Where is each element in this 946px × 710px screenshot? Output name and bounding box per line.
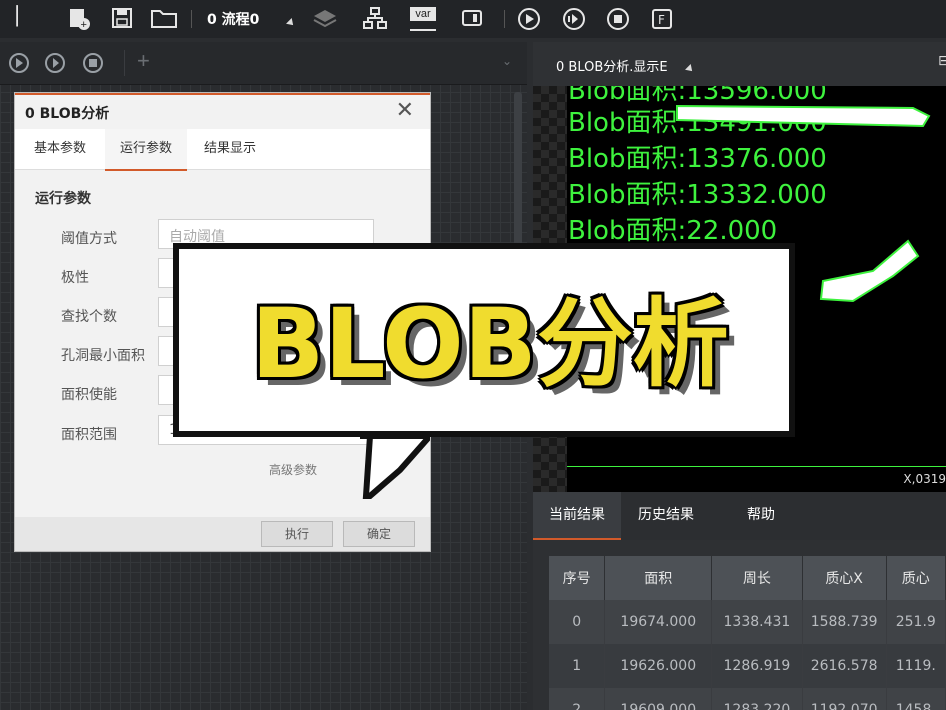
close-icon[interactable]: ✕ xyxy=(396,97,414,123)
add-tab-icon[interactable]: + xyxy=(137,48,150,74)
table-cell: 1283.220 xyxy=(711,688,803,710)
tab-basic-params[interactable]: 基本参数 xyxy=(15,129,105,169)
results-table: 序号 面积 周长 质心X 质心 0 19674.000 1338.431 158… xyxy=(549,556,946,710)
tab-result-display[interactable]: 结果显示 xyxy=(187,129,273,169)
run-loop-icon[interactable] xyxy=(562,7,586,31)
column-header[interactable]: 序号 xyxy=(549,556,606,600)
toolbar-separator xyxy=(191,10,192,28)
open-folder-icon[interactable] xyxy=(150,7,178,29)
variable-icon[interactable]: var xyxy=(410,7,436,31)
flow-selector[interactable]: 0 流程0 xyxy=(207,9,259,29)
table-row[interactable]: 1 19626.000 1286.919 2616.578 1119. xyxy=(549,644,946,688)
column-header[interactable]: 周长 xyxy=(711,556,803,600)
top-toolbar: ▕ + 0 流程0 var F xyxy=(0,0,946,38)
section-title: 运行参数 xyxy=(35,191,91,207)
new-flow-icon[interactable]: + xyxy=(66,6,92,32)
area-range-label: 面积范围 xyxy=(61,427,117,443)
title-bubble: BLOB分析 xyxy=(173,243,795,437)
polarity-label: 极性 xyxy=(61,270,89,286)
tab-help[interactable]: 帮助 xyxy=(711,492,811,538)
table-cell: 19674.000 xyxy=(604,600,713,644)
table-cell: 1119. xyxy=(886,644,946,688)
tab-run-params[interactable]: 运行参数 xyxy=(105,129,187,171)
toolbar-separator xyxy=(504,10,505,28)
blob-region-shape xyxy=(676,104,931,128)
blob-area-text: Blob面积:13332.000 xyxy=(568,180,827,210)
confirm-button[interactable]: 确定 xyxy=(343,521,415,547)
table-cell: 1338.431 xyxy=(711,600,803,644)
run-loop-small-icon[interactable] xyxy=(44,52,66,74)
save-icon[interactable] xyxy=(110,6,134,30)
table-cell: 1 xyxy=(549,644,606,688)
dialog-title: 0 BLOB分析 xyxy=(25,106,110,122)
table-cell: 2 xyxy=(549,688,606,710)
svg-text:+: + xyxy=(81,19,87,31)
hole-min-area-label: 孔洞最小面积 xyxy=(61,348,145,364)
table-header-row: 序号 面积 周长 质心X 质心 xyxy=(549,556,946,600)
table-cell: 251.9 xyxy=(886,600,946,644)
table-row[interactable]: 0 19674.000 1338.431 1588.739 251.9 xyxy=(549,600,946,644)
panel-menu-icon[interactable]: ⊟ xyxy=(938,52,946,69)
table-cell: 2616.578 xyxy=(802,644,887,688)
table-cell: 1458. xyxy=(886,688,946,710)
dialog-tabs: 基本参数 运行参数 结果显示 xyxy=(15,129,430,171)
results-table-area: 序号 面积 周长 质心X 质心 0 19674.000 1338.431 158… xyxy=(533,540,946,710)
threshold-mode-label: 阈值方式 xyxy=(61,231,117,247)
result-tabs: 当前结果 历史结果 帮助 xyxy=(533,492,946,540)
tab-current-results[interactable]: 当前结果 xyxy=(533,492,621,540)
blob-region-shape xyxy=(819,239,920,303)
column-header[interactable]: 质心 xyxy=(886,556,946,600)
coordinate-readout: X,0319 xyxy=(903,472,946,486)
flow-dropdown-icon[interactable] xyxy=(286,18,296,28)
table-row[interactable]: 2 19609.000 1283.220 1192.070 1458. xyxy=(549,688,946,710)
hierarchy-icon[interactable] xyxy=(362,6,388,30)
menu-bracket-icon: ▕ xyxy=(4,6,18,26)
stop-icon[interactable] xyxy=(606,7,630,31)
image-panel-title[interactable]: 0 BLOB分析.显示E xyxy=(556,56,668,75)
chevron-down-icon[interactable]: ⌄ xyxy=(502,54,512,68)
table-cell: 19609.000 xyxy=(604,688,713,710)
table-cell: 1588.739 xyxy=(802,600,887,644)
formula-icon[interactable]: F xyxy=(650,7,674,31)
bar-separator xyxy=(124,50,125,76)
table-cell: 1192.070 xyxy=(802,688,887,710)
run-once-small-icon[interactable] xyxy=(8,52,30,74)
column-header[interactable]: 面积 xyxy=(604,556,713,600)
find-count-label: 查找个数 xyxy=(61,309,117,325)
tab-history-results[interactable]: 历史结果 xyxy=(623,492,709,538)
dialog-accent-bar xyxy=(15,93,430,95)
svg-text:F: F xyxy=(658,13,665,27)
module-icon[interactable] xyxy=(460,7,484,29)
blob-area-text: Blob面积:13376.000 xyxy=(568,144,827,174)
column-header[interactable]: 质心X xyxy=(802,556,887,600)
execute-button[interactable]: 执行 xyxy=(261,521,333,547)
advanced-params-link[interactable]: 高级参数 xyxy=(269,461,317,478)
table-cell: 19626.000 xyxy=(604,644,713,688)
layers-icon[interactable] xyxy=(312,7,338,29)
area-enable-label: 面积使能 xyxy=(61,387,117,403)
bubble-tail xyxy=(360,433,430,499)
run-once-icon[interactable] xyxy=(517,7,541,31)
table-cell: 0 xyxy=(549,600,606,644)
blob-area-text: Blob面积:22.000 xyxy=(568,216,778,246)
table-cell: 1286.919 xyxy=(711,644,803,688)
stop-small-icon[interactable] xyxy=(82,52,104,74)
overlay-title: BLOB分析 xyxy=(251,288,729,400)
flow-controls-bar: + ⌄ xyxy=(0,42,527,85)
roi-border xyxy=(567,466,946,467)
